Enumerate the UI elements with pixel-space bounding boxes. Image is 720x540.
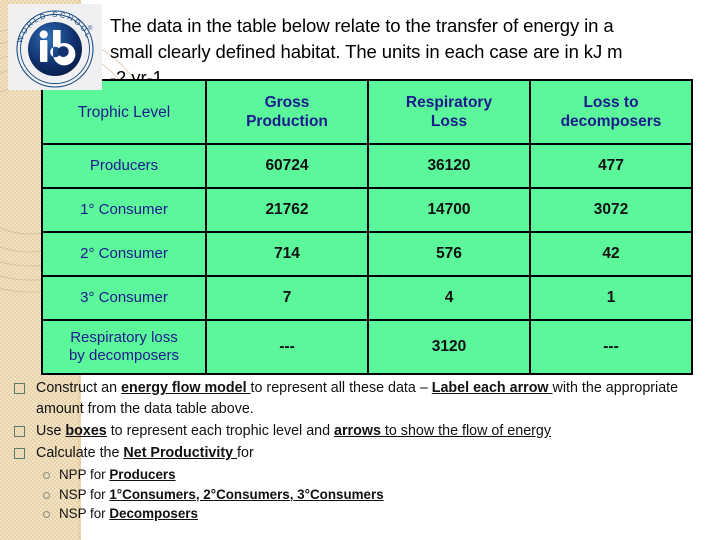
cell-decomposers-gross-production: --- [205, 319, 369, 375]
energy-transfer-table: Trophic Level Gross Production Respirato… [41, 79, 693, 375]
table-header: Trophic Level Gross Production Respirato… [41, 79, 693, 145]
table-row: Respiratory loss by decomposers --- 3120… [41, 319, 693, 375]
cell-decomposers-loss-to-decomposers: --- [529, 319, 693, 375]
row-label-producers: Producers [41, 143, 207, 189]
cell-decomposers-respiratory-loss: 3120 [367, 319, 531, 375]
circle-outline-bullet-icon [43, 511, 50, 518]
list-item: NPP for Producers [43, 465, 708, 485]
column-header-gross-production: Gross Production [205, 79, 369, 145]
task-instruction-list: Construct an energy flow model to repres… [14, 378, 708, 524]
sub-bullet-text-nsp-consumers: NSP for 1°Consumers, 2°Consumers, 3°Cons… [59, 486, 384, 502]
circle-outline-bullet-icon [43, 472, 50, 479]
list-item: Calculate the Net Productivity for [14, 443, 708, 464]
list-item: Construct an energy flow model to repres… [14, 378, 708, 420]
cell-secondary-consumer-respiratory-loss: 576 [367, 231, 531, 277]
bullet-text-use-boxes: Use boxes to represent each trophic leve… [36, 423, 552, 439]
bullet-text-calculate-net-productivity: Calculate the Net Productivity for [36, 445, 254, 461]
table-row: 1° Consumer 21762 14700 3072 [41, 187, 693, 233]
list-item: NSP for Decomposers [43, 504, 708, 524]
table-row: 3° Consumer 7 4 1 [41, 275, 693, 321]
square-outline-bullet-icon [14, 448, 25, 459]
circle-outline-bullet-icon [43, 491, 50, 499]
list-item: NSP for 1°Consumers, 2°Consumers, 3°Cons… [43, 485, 708, 505]
heading-line-2: small clearly defined habitat. The units… [110, 41, 623, 62]
table-header-row: Trophic Level Gross Production Respirato… [41, 79, 693, 145]
table-body: Producers 60724 36120 477 1° Consumer 21… [41, 143, 693, 375]
row-label-respiratory-loss-by-decomposers: Respiratory loss by decomposers [41, 319, 207, 375]
row-label-tertiary-consumer: 3° Consumer [41, 275, 207, 321]
square-outline-bullet-icon [14, 426, 25, 437]
heading-line-1: The data in the table below relate to th… [110, 15, 614, 36]
list-item: Use boxes to represent each trophic leve… [14, 421, 708, 442]
cell-producers-gross-production: 60724 [205, 143, 369, 189]
cell-primary-consumer-respiratory-loss: 14700 [367, 187, 531, 233]
square-outline-bullet-icon [14, 383, 25, 394]
sub-bullet-text-npp-producers: NPP for Producers [59, 467, 176, 482]
cell-tertiary-consumer-respiratory-loss: 4 [367, 275, 531, 321]
bullet-text-construct-model: Construct an energy flow model to repres… [36, 380, 679, 417]
sub-bullet-text-nsp-decomposers: NSP for Decomposers [59, 506, 198, 521]
cell-tertiary-consumer-gross-production: 7 [205, 275, 369, 321]
cell-producers-respiratory-loss: 36120 [367, 143, 531, 189]
cell-primary-consumer-loss-to-decomposers: 3072 [529, 187, 693, 233]
svg-text:®: ® [88, 25, 93, 32]
cell-secondary-consumer-gross-production: 714 [205, 231, 369, 277]
cell-primary-consumer-gross-production: 21762 [205, 187, 369, 233]
row-label-secondary-consumer: 2° Consumer [41, 231, 207, 277]
table-row: Producers 60724 36120 477 [41, 143, 693, 189]
cell-tertiary-consumer-loss-to-decomposers: 1 [529, 275, 693, 321]
column-header-loss-to-decomposers: Loss to decomposers [529, 79, 693, 145]
table-row: 2° Consumer 714 576 42 [41, 231, 693, 277]
cell-secondary-consumer-loss-to-decomposers: 42 [529, 231, 693, 277]
column-header-respiratory-loss: Respiratory Loss [367, 79, 531, 145]
cell-producers-loss-to-decomposers: 477 [529, 143, 693, 189]
row-label-primary-consumer: 1° Consumer [41, 187, 207, 233]
ib-world-school-logo: WORLD SCHOOL ® [8, 4, 102, 90]
